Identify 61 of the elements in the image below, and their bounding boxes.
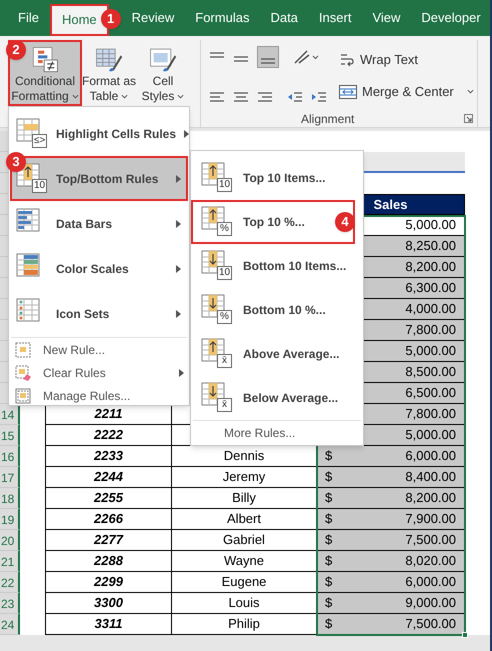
icon-label: % (217, 310, 232, 324)
table-cell: 2277 (45, 530, 171, 551)
currency-symbol: $ (325, 531, 332, 550)
cell-value: 7,800.00 (405, 321, 456, 340)
step-badge: 4 (335, 212, 355, 232)
currency-symbol: $ (325, 447, 332, 466)
table-cell: 3300 (45, 593, 171, 614)
table-cell: 3311 (45, 614, 171, 635)
table-cell: Dennis (171, 446, 316, 467)
cell-value: 4,000.00 (405, 300, 456, 318)
cell-value: 7,800.00 (405, 405, 456, 424)
table-cell: 2244 (45, 467, 171, 488)
step-badge: 2 (6, 40, 26, 60)
currency-symbol: $ (325, 594, 332, 612)
table-cell: Billy (171, 488, 316, 509)
icon-label: % (217, 222, 232, 236)
cell-value: 7,500.00 (405, 615, 456, 634)
table-cell: 2233 (45, 446, 171, 467)
cell-value: 8,500.00 (405, 363, 456, 382)
currency-symbol: $ (325, 573, 332, 592)
cell-value: 5,000.00 (405, 426, 456, 444)
step-badge: 3 (6, 152, 26, 172)
currency-symbol: $ (325, 468, 332, 486)
table-cell: Albert (171, 509, 316, 530)
currency-symbol: $ (325, 615, 332, 634)
table-cell: 2299 (45, 572, 171, 593)
table-cell: 2288 (45, 551, 171, 572)
table-cell: 2222 (45, 425, 171, 446)
table-cell: Wayne (171, 551, 316, 572)
icon-label: 10 (32, 178, 48, 192)
table-cell: 2255 (45, 488, 171, 509)
table-cell: 2266 (45, 509, 171, 530)
table-cell: Eugene (171, 572, 316, 593)
table-cell: Jeremy (171, 467, 316, 488)
cell-value: 8,250.00 (405, 237, 456, 256)
cell-value: 8,400.00 (405, 468, 456, 486)
cell-value: 6,300.00 (405, 279, 456, 298)
cell-value: 7,500.00 (405, 531, 456, 550)
icon-label: ≤> (32, 134, 48, 148)
cell-value: 8,200.00 (405, 489, 456, 508)
table-cell: Philip (171, 614, 316, 635)
icon-label: 10 (217, 178, 232, 192)
currency-symbol: $ (325, 489, 332, 508)
table-cell: Gabriel (171, 530, 316, 551)
icon-label: x̄ (217, 354, 232, 368)
cell-value: 6,000.00 (405, 573, 456, 592)
cell-value: 8,020.00 (405, 552, 456, 570)
icon-label: 10 (217, 266, 232, 280)
cell-value: 5,000.00 (405, 342, 456, 360)
cell-value: 6,000.00 (405, 447, 456, 466)
cell-value: 5,000.00 (405, 216, 456, 234)
table-cell: Louis (171, 593, 316, 614)
cell-value: 8,200.00 (405, 258, 456, 276)
icon-label: x̄ (217, 398, 232, 412)
cell-value: 6,500.00 (405, 384, 456, 402)
group-label: Alignment (301, 111, 354, 128)
currency-symbol: $ (325, 552, 332, 570)
currency-symbol: $ (325, 510, 332, 528)
table-cell: 2211 (45, 404, 171, 425)
cell-value: 9,000.00 (405, 594, 456, 612)
cell-value: 7,900.00 (405, 510, 456, 528)
